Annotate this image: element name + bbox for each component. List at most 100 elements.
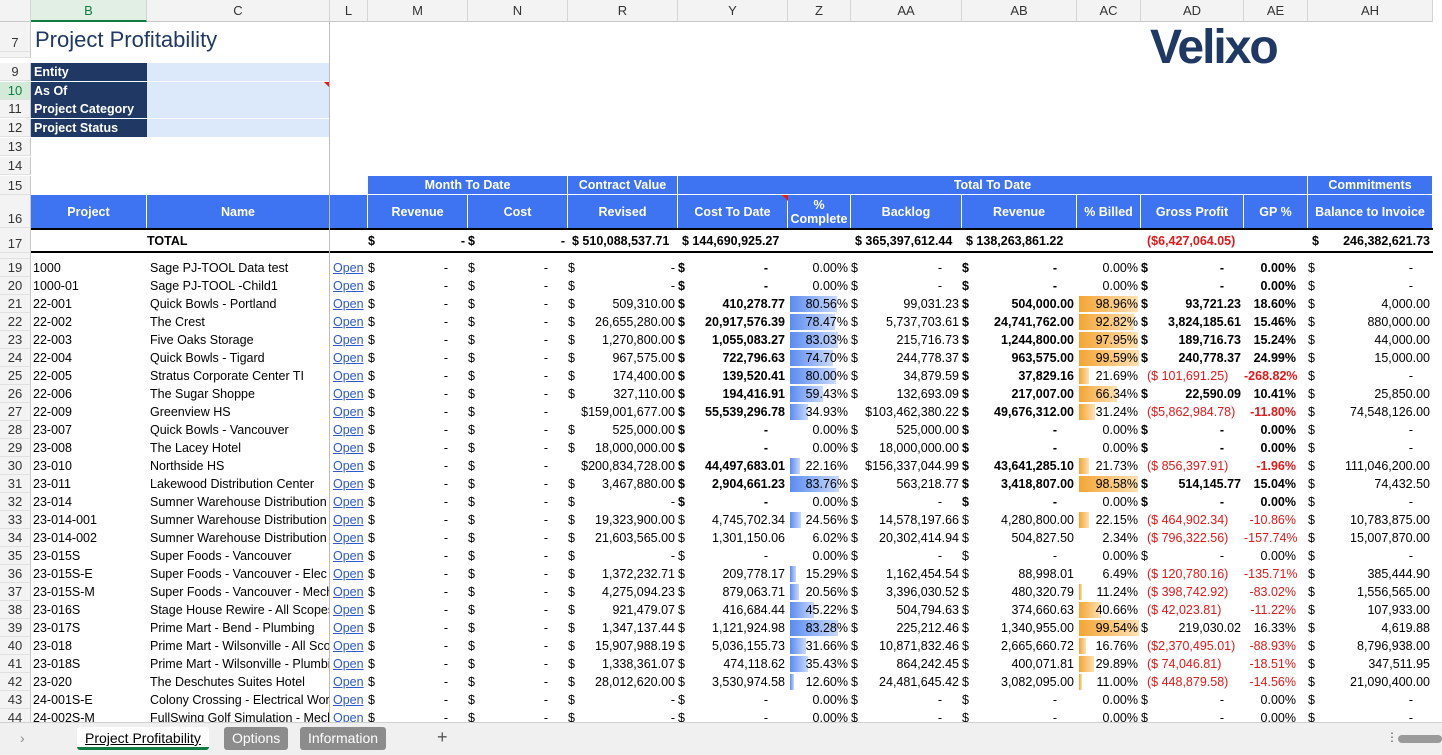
row-header[interactable]: 16 xyxy=(0,195,31,228)
row-header[interactable]: 20 xyxy=(0,277,31,295)
row-header[interactable]: 38 xyxy=(0,601,31,619)
row-header[interactable]: 34 xyxy=(0,529,31,547)
filter-value-input[interactable] xyxy=(147,119,330,137)
row-header[interactable]: 36 xyxy=(0,565,31,583)
row-header[interactable]: 29 xyxy=(0,439,31,457)
open-link[interactable]: Open xyxy=(330,295,368,313)
column-header[interactable]: Y xyxy=(678,0,788,22)
column-header[interactable]: M xyxy=(368,0,468,22)
open-link[interactable]: Open xyxy=(330,331,368,349)
column-header[interactable]: AH xyxy=(1308,0,1433,22)
row-header[interactable]: 35 xyxy=(0,547,31,565)
row-header[interactable]: 19 xyxy=(0,259,31,277)
tab-project-profitability[interactable]: Project Profitability xyxy=(77,727,209,750)
row-header[interactable]: 15 xyxy=(0,176,31,195)
column-header[interactable]: AC xyxy=(1077,0,1141,22)
column-header[interactable]: AB xyxy=(962,0,1077,22)
row-header[interactable]: 43 xyxy=(0,691,31,709)
row-header[interactable]: 11 xyxy=(0,100,31,118)
filter-value-input[interactable] xyxy=(147,63,330,81)
row-header[interactable]: 25 xyxy=(0,367,31,385)
column-header[interactable]: L xyxy=(330,0,368,22)
row-header[interactable]: 14 xyxy=(0,157,31,175)
column-header[interactable]: AD xyxy=(1141,0,1244,22)
mtd-value: - xyxy=(543,495,548,509)
add-sheet-button[interactable]: + xyxy=(437,728,448,746)
open-link[interactable]: Open xyxy=(330,493,368,511)
filter-value-input[interactable] xyxy=(147,82,330,100)
row-header[interactable]: 27 xyxy=(0,403,31,421)
row-header[interactable]: 7 xyxy=(0,22,31,52)
row-header[interactable]: 28 xyxy=(0,421,31,439)
open-link[interactable]: Open xyxy=(330,349,368,367)
cost-to-date-value: - xyxy=(763,423,768,437)
scroll-tabs-icon[interactable]: › xyxy=(20,729,25,747)
row-header[interactable]: 33 xyxy=(0,511,31,529)
row-header[interactable] xyxy=(0,52,31,58)
open-link[interactable]: Open xyxy=(330,277,368,295)
cost-to-date-value: - xyxy=(763,279,768,293)
open-link[interactable]: Open xyxy=(330,511,368,529)
tab-information[interactable]: Information xyxy=(300,727,387,750)
row-header[interactable]: 42 xyxy=(0,673,31,691)
column-header[interactable]: N xyxy=(468,0,568,22)
row-header[interactable]: 22 xyxy=(0,313,31,331)
spreadsheet-grid[interactable]: B C L M N R Y Z AA AB AC AD AE AH 7 9 10 11 12 13 14 15 16 17 1… xyxy=(0,0,1442,722)
row-header[interactable]: 26 xyxy=(0,385,31,403)
row-header[interactable]: 32 xyxy=(0,493,31,511)
row-header[interactable]: 44 xyxy=(0,709,31,722)
row-header[interactable]: 13 xyxy=(0,138,31,156)
gp-percent-value: -14.56% xyxy=(1249,675,1296,689)
open-link[interactable]: Open xyxy=(330,709,368,722)
row-header[interactable]: 12 xyxy=(0,119,31,137)
row-header[interactable]: 30 xyxy=(0,457,31,475)
column-header[interactable]: AA xyxy=(851,0,962,22)
open-link[interactable]: Open xyxy=(330,259,368,277)
open-link[interactable]: Open xyxy=(330,655,368,673)
open-link[interactable]: Open xyxy=(330,583,368,601)
percent-billed-value: 16.76% xyxy=(1095,639,1138,653)
open-link[interactable]: Open xyxy=(330,385,368,403)
open-link[interactable]: Open xyxy=(330,637,368,655)
row-header[interactable]: 41 xyxy=(0,655,31,673)
row-header[interactable]: 9 xyxy=(0,63,31,81)
row-header[interactable]: 21 xyxy=(0,295,31,313)
open-link[interactable]: Open xyxy=(330,673,368,691)
row-header[interactable]: 17 xyxy=(0,228,31,253)
open-link[interactable]: Open xyxy=(330,313,368,331)
row-header[interactable]: 23 xyxy=(0,331,31,349)
row-header[interactable]: 40 xyxy=(0,637,31,655)
gross-profit-value: - xyxy=(1219,441,1224,455)
open-link[interactable]: Open xyxy=(330,601,368,619)
row-header[interactable]: 37 xyxy=(0,583,31,601)
filter-value-input[interactable] xyxy=(147,100,330,118)
open-link[interactable]: Open xyxy=(330,439,368,457)
open-link[interactable]: Open xyxy=(330,691,368,709)
horizontal-scrollbar[interactable] xyxy=(1398,735,1442,743)
column-header[interactable]: R xyxy=(568,0,678,22)
open-link[interactable]: Open xyxy=(330,565,368,583)
open-link[interactable]: Open xyxy=(330,529,368,547)
row-header[interactable]: 39 xyxy=(0,619,31,637)
open-link[interactable]: Open xyxy=(330,457,368,475)
column-header[interactable]: B xyxy=(31,0,147,22)
column-header[interactable]: AE xyxy=(1244,0,1308,22)
open-link[interactable]: Open xyxy=(330,547,368,565)
column-header[interactable]: Z xyxy=(788,0,851,22)
row-header[interactable]: 24 xyxy=(0,349,31,367)
row-header[interactable]: 31 xyxy=(0,475,31,493)
open-link[interactable]: Open xyxy=(330,619,368,637)
open-link[interactable]: Open xyxy=(330,475,368,493)
column-header[interactable]: C xyxy=(147,0,330,22)
row-header[interactable]: 10 xyxy=(0,82,31,100)
tab-options[interactable]: Options xyxy=(224,727,289,750)
column-header-project: Project xyxy=(31,195,147,228)
more-options-icon[interactable]: ⋮ xyxy=(1386,728,1398,746)
percent-billed-value: 22.15% xyxy=(1095,513,1138,527)
comment-indicator-icon xyxy=(782,195,788,201)
open-link[interactable]: Open xyxy=(330,421,368,439)
select-all-corner[interactable] xyxy=(0,0,31,22)
column-header-pct-complete: % Complete xyxy=(788,195,851,228)
open-link[interactable]: Open xyxy=(330,367,368,385)
open-link[interactable]: Open xyxy=(330,403,368,421)
